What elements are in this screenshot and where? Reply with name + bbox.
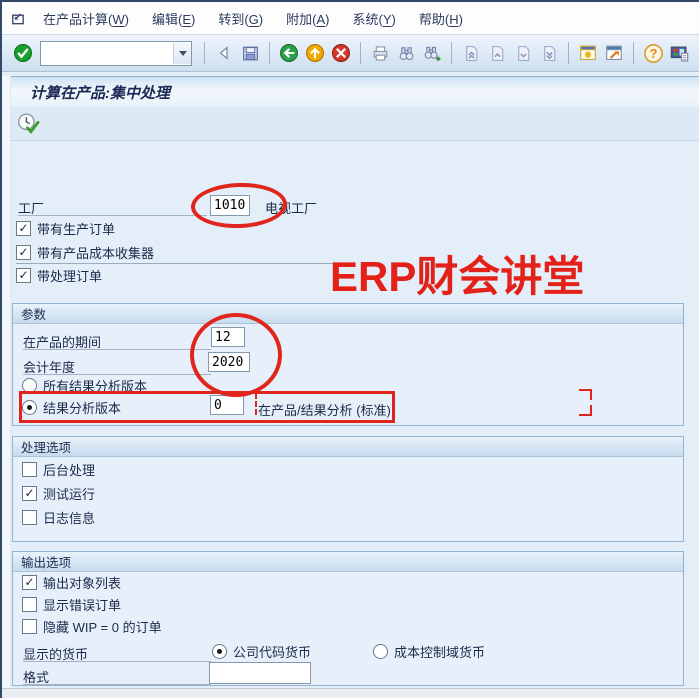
checkbox-row: 隐藏 WIP = 0 的订单 (22, 618, 162, 634)
toolbar-separator (633, 42, 634, 64)
checkbox-row: 日志信息 (22, 509, 95, 525)
checkbox-label: 带有生产订单 (37, 219, 115, 238)
separator-line (16, 263, 342, 264)
checkbox-label: 带有产品成本收集器 (37, 243, 154, 262)
checkbox-label: 测试运行 (43, 484, 95, 503)
checkbox[interactable] (22, 597, 37, 612)
processing-groupbox: 处理选项 (12, 436, 684, 542)
window-left-edge (0, 0, 2, 698)
customize-layout-icon[interactable] (667, 41, 691, 65)
toolbar-separator (204, 42, 205, 64)
checkbox-row: ✓ 带处理订单 (16, 267, 102, 283)
annotation-rect-ra-version (19, 391, 395, 423)
menu-item-3[interactable]: 转到(G) (211, 6, 270, 31)
help-icon[interactable]: ? (641, 41, 665, 65)
shortcut-icon[interactable] (602, 41, 626, 65)
menu-item-1[interactable]: 在产品计算(W) (36, 6, 136, 31)
checkbox[interactable] (22, 462, 37, 477)
command-field[interactable] (40, 41, 192, 66)
radio-label: 成本控制域货币 (394, 642, 485, 661)
checkbox-row: ✓ 输出对象列表 (22, 574, 121, 590)
cancel-icon[interactable] (329, 41, 353, 65)
checkbox[interactable]: ✓ (22, 486, 37, 501)
checkbox[interactable] (22, 619, 37, 634)
page-title: 计算在产品:集中处理 (30, 82, 170, 103)
back-circle-icon[interactable] (277, 41, 301, 65)
toolbar-separator (360, 42, 361, 64)
checkbox-label: 输出对象列表 (43, 573, 121, 592)
svg-text:?: ? (649, 46, 657, 61)
checkbox-row: ✓ 带有产品成本收集器 (16, 244, 154, 260)
parameters-title: 参数 (21, 304, 46, 323)
processing-header: 处理选项 (13, 437, 683, 457)
output-title: 输出选项 (21, 552, 71, 571)
menu-item-4[interactable]: 附加(A) (279, 6, 336, 31)
menu-item-6[interactable]: 帮助(H) (412, 6, 470, 31)
watermark-text: ERP财会讲堂 (330, 243, 584, 304)
parameters-header: 参数 (13, 304, 683, 324)
save-icon[interactable] (238, 41, 262, 65)
checkbox-row: ✓ 测试运行 (22, 485, 95, 501)
exit-icon[interactable] (303, 41, 327, 65)
annotation-ellipse-period-year (190, 313, 282, 397)
radio-row: 成本控制域货币 (373, 643, 485, 659)
first-page-icon[interactable] (459, 41, 483, 65)
radio-label: 公司代码货币 (233, 642, 311, 661)
checkbox-label: 显示错误订单 (43, 595, 121, 614)
standard-toolbar: ? (0, 35, 699, 72)
command-dropdown-icon[interactable] (173, 43, 191, 64)
checkbox-row: 显示错误订单 (22, 596, 121, 612)
checkbox[interactable] (22, 510, 37, 525)
plant-label-underline (18, 215, 207, 216)
find-icon[interactable] (394, 41, 418, 65)
menu-item-2[interactable]: 编辑(E) (145, 6, 202, 31)
radio-button[interactable] (212, 644, 227, 659)
checkbox[interactable]: ✓ (22, 575, 37, 590)
checkbox-label: 带处理订单 (37, 266, 102, 285)
sap-window: 在产品计算(W) 编辑(E) 转到(G) 附加(A) 系统(Y) 帮助(H) ? 计算在产… (0, 0, 699, 698)
annotation-ellipse-plant (190, 181, 288, 229)
last-page-icon[interactable] (537, 41, 561, 65)
title-bar: 计算在产品:集中处理 (0, 76, 699, 108)
checkbox-label: 后台处理 (43, 460, 95, 479)
checkbox[interactable]: ✓ (16, 245, 31, 260)
format-underline (23, 684, 211, 685)
processing-title: 处理选项 (21, 437, 71, 456)
checkbox-label: 日志信息 (43, 508, 95, 527)
radio-button[interactable] (373, 644, 388, 659)
annotation-corner-bottom (579, 405, 592, 416)
display-currency-underline (23, 661, 211, 662)
annotation-dash-divider (255, 393, 257, 415)
toolbar-separator (568, 42, 569, 64)
checkbox-label: 隐藏 WIP = 0 的订单 (43, 617, 162, 636)
layout-input[interactable] (209, 662, 311, 684)
application-toolbar (0, 107, 699, 141)
status-strip (0, 688, 699, 698)
checkbox-row: 后台处理 (22, 461, 95, 477)
checkbox[interactable]: ✓ (16, 268, 31, 283)
toolbar-separator (451, 42, 452, 64)
print-icon[interactable] (368, 41, 392, 65)
checkbox[interactable]: ✓ (16, 221, 31, 236)
execute-icon[interactable] (16, 112, 40, 136)
checkbox-row: ✓ 带有生产订单 (16, 220, 115, 236)
system-menu-icon[interactable] (9, 10, 26, 27)
output-header: 输出选项 (13, 552, 683, 572)
wip-period-underline (23, 349, 211, 350)
annotation-corner-top (579, 389, 592, 400)
command-input[interactable] (41, 44, 173, 63)
left-gutter (2, 76, 11, 688)
toolbar-separator (269, 42, 270, 64)
window-top-edge (0, 0, 699, 2)
next-page-icon[interactable] (511, 41, 535, 65)
parameters-groupbox: 参数 在产品的期间 会计年度 (12, 303, 684, 426)
menu-bar: 在产品计算(W) 编辑(E) 转到(G) 附加(A) 系统(Y) 帮助(H) (0, 2, 699, 35)
back-icon[interactable] (212, 41, 236, 65)
enter-icon[interactable] (11, 41, 35, 65)
menu-item-5[interactable]: 系统(Y) (346, 6, 403, 31)
find-next-icon[interactable] (420, 41, 444, 65)
previous-page-icon[interactable] (485, 41, 509, 65)
new-session-icon[interactable] (576, 41, 600, 65)
radio-row: 公司代码货币 (212, 643, 311, 659)
